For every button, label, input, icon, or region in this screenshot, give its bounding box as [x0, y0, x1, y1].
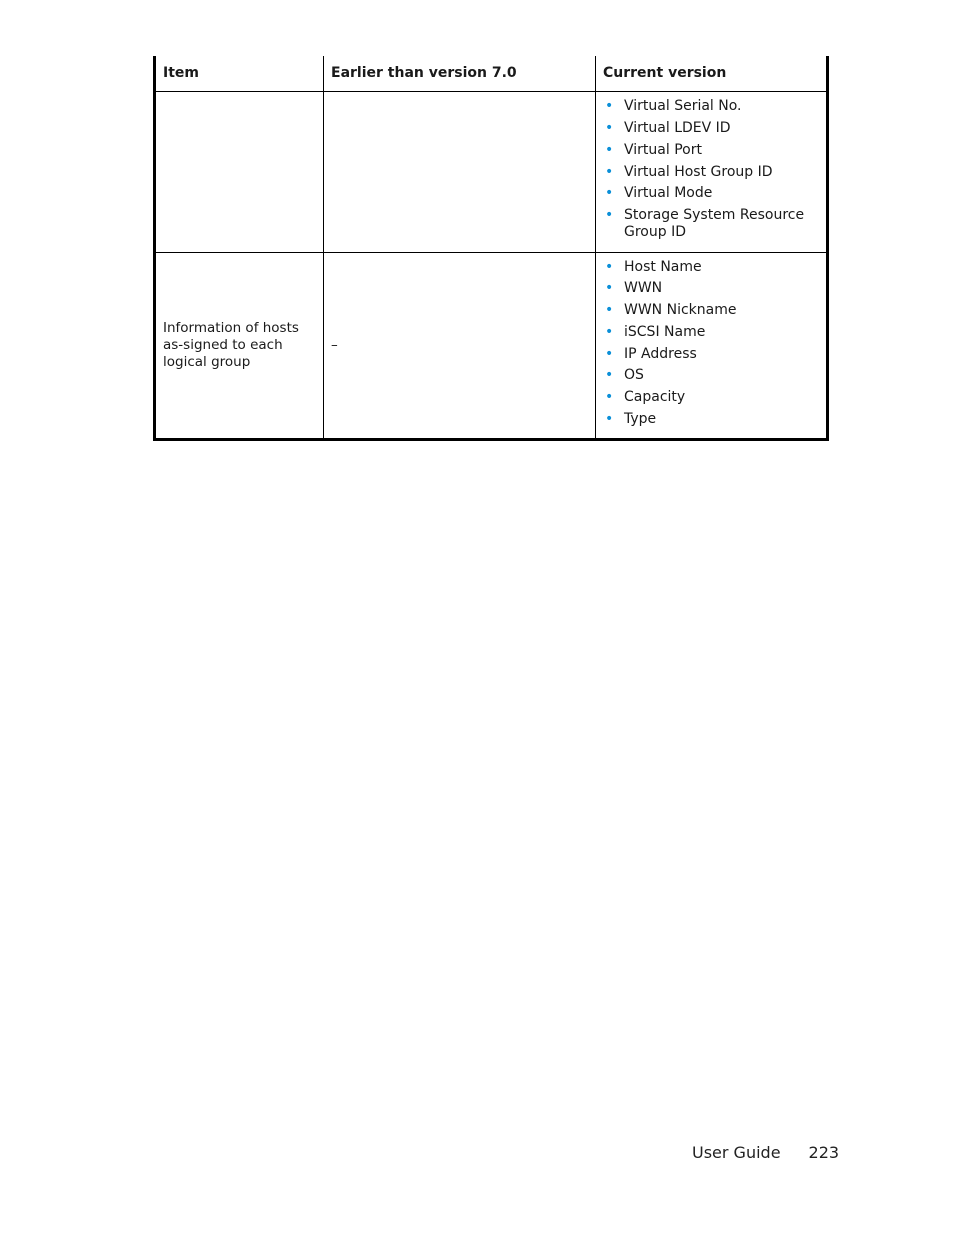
- list-item: • Type: [603, 411, 819, 428]
- list-item: • Storage System Resource Group ID: [603, 207, 819, 241]
- list-item-text: Host Name: [624, 258, 702, 275]
- table-row: Information of hosts as-signed to each l…: [154, 252, 828, 440]
- list-item: • Virtual LDEV ID: [603, 120, 819, 137]
- bullet-icon: •: [605, 98, 614, 115]
- bullet-icon: •: [605, 120, 614, 137]
- page-number: 223: [808, 1143, 840, 1162]
- current-cell: • Host Name • WWN • WWN Nickname • iSCSI Name • I…: [595, 252, 828, 440]
- list-item: • Virtual Mode: [603, 185, 819, 202]
- bullet-icon: •: [605, 345, 614, 362]
- list-item-text: WWN Nickname: [624, 302, 737, 319]
- comparison-table: Item Earlier than version 7.0 Current ve…: [153, 56, 829, 441]
- current-list: • Host Name • WWN • WWN Nickname • iSCSI Name • I…: [603, 259, 819, 428]
- list-item-text: Virtual Host Group ID: [624, 163, 773, 180]
- list-item-text: IP Address: [624, 345, 697, 362]
- bullet-icon: •: [605, 163, 614, 180]
- list-item: • Virtual Serial No.: [603, 98, 819, 115]
- list-item-text: Virtual Serial No.: [624, 98, 742, 115]
- bullet-icon: •: [605, 410, 614, 427]
- list-item: • Capacity: [603, 389, 819, 406]
- header-item: Item: [154, 56, 324, 92]
- bullet-icon: •: [605, 367, 614, 384]
- list-item: • Virtual Port: [603, 142, 819, 159]
- footer-label: User Guide: [692, 1143, 781, 1162]
- current-cell: • Virtual Serial No. • Virtual LDEV ID • Virt…: [595, 91, 828, 253]
- earlier-cell: –: [323, 252, 596, 440]
- bullet-icon: •: [605, 206, 614, 223]
- list-item-text: Capacity: [624, 388, 686, 405]
- list-item: • WWN Nickname: [603, 302, 819, 319]
- header-earlier-version: Earlier than version 7.0: [323, 56, 596, 92]
- bullet-icon: •: [605, 280, 614, 297]
- list-item: • WWN: [603, 280, 819, 297]
- list-item-text: Virtual Port: [624, 141, 702, 158]
- item-cell: Information of hosts as-signed to each l…: [154, 252, 324, 440]
- list-item: • Host Name: [603, 259, 819, 276]
- item-cell: [154, 91, 324, 253]
- bullet-icon: •: [605, 323, 614, 340]
- bullet-icon: •: [605, 258, 614, 275]
- list-item: • IP Address: [603, 346, 819, 363]
- list-item-text: Type: [624, 410, 657, 427]
- header-current-version: Current version: [595, 56, 828, 92]
- bullet-icon: •: [605, 388, 614, 405]
- list-item-text: Storage System Resource Group ID: [624, 206, 805, 240]
- bullet-icon: •: [605, 302, 614, 319]
- list-item-text: WWN: [624, 280, 663, 297]
- list-item: • Virtual Host Group ID: [603, 164, 819, 181]
- list-item: • iSCSI Name: [603, 324, 819, 341]
- header-row: Item Earlier than version 7.0 Current ve…: [154, 56, 828, 92]
- list-item-text: Virtual LDEV ID: [624, 120, 731, 137]
- list-item-text: OS: [624, 367, 644, 384]
- current-list: • Virtual Serial No. • Virtual LDEV ID • Virt…: [603, 98, 819, 240]
- page-footer: User Guide 223: [692, 1143, 839, 1162]
- bullet-icon: •: [605, 141, 614, 158]
- bullet-icon: •: [605, 185, 614, 202]
- earlier-cell: [323, 91, 596, 253]
- table-row: • Virtual Serial No. • Virtual LDEV ID • Virt…: [154, 91, 828, 253]
- list-item-text: iSCSI Name: [624, 323, 706, 340]
- list-item-text: Virtual Mode: [624, 185, 713, 202]
- list-item: • OS: [603, 367, 819, 384]
